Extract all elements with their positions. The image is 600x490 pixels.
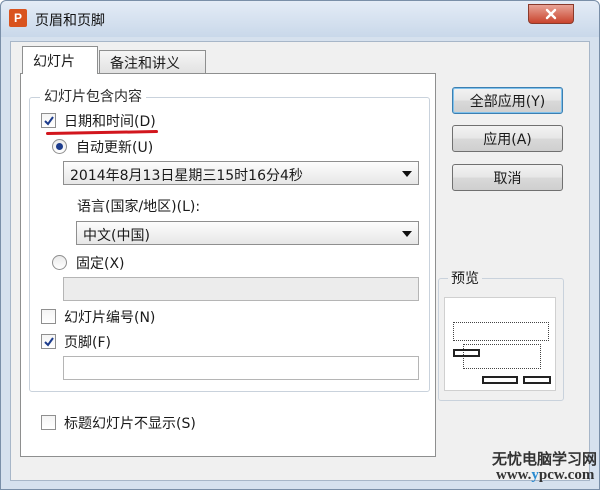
tab-slide[interactable]: 幻灯片 [22,46,98,74]
date-format-value: 2014年8月13日星期三15时16分4秒 [70,168,303,184]
footer-checkbox[interactable] [41,334,56,349]
wps-presentation-icon: P [9,9,27,27]
window-title: 页眉和页脚 [35,13,105,29]
date-format-select[interactable]: 2014年8月13日星期三15时16分4秒 [63,161,419,185]
cancel-button[interactable]: 取消 [452,164,563,191]
preview-title: 预览 [448,268,482,288]
language-select[interactable]: 中文(中国) [76,221,419,245]
checkmark-icon [43,336,54,347]
preview-footer-placeholder [482,376,518,384]
chevron-down-icon [402,231,412,237]
cancel-label: 取消 [493,170,522,187]
watermark-site-name: 无忧电脑学习网 [492,450,598,468]
checkmark-icon [43,115,54,126]
auto-update-label[interactable]: 自动更新(U) [76,137,153,157]
tab-slide-label: 幻灯片 [33,54,75,70]
language-value: 中文(中国) [83,228,150,244]
watermark-url-prefix: www. [496,467,532,483]
close-icon [545,8,557,20]
preview-number-placeholder [523,376,551,384]
slide-number-checkbox[interactable] [41,309,56,324]
hide-on-title-checkbox[interactable] [41,415,56,430]
apply-button[interactable]: 应用(A) [452,125,563,152]
footer-text-input[interactable] [63,356,419,380]
watermark-url-rest: pcw.com [538,467,595,483]
language-label: 语言(国家/地区)(L): [77,199,201,215]
preview-slide [444,297,556,391]
title-bar[interactable]: P 页眉和页脚 [1,1,599,37]
apply-label: 应用(A) [483,131,532,148]
tab-notes-handouts[interactable]: 备注和讲义 [99,50,206,74]
preview-title-placeholder [453,322,549,341]
close-button[interactable] [528,4,574,24]
fixed-radio[interactable] [52,255,67,270]
slide-number-label[interactable]: 幻灯片编号(N) [64,307,155,327]
apply-all-button[interactable]: 全部应用(Y) [452,87,563,114]
date-time-checkbox[interactable] [41,113,56,128]
footer-label[interactable]: 页脚(F) [64,332,111,352]
date-time-label[interactable]: 日期和时间(D) [64,111,156,131]
watermark-url-y: y [531,467,539,483]
auto-update-radio[interactable] [52,139,67,154]
fixed-text-input[interactable] [63,277,419,301]
watermark-url: www.ypcw.com [496,467,594,484]
apply-all-label: 全部应用(Y) [469,93,546,110]
hide-on-title-label[interactable]: 标题幻灯片不显示(S) [64,413,196,433]
group-title: 幻灯片包含内容 [40,86,146,106]
chevron-down-icon [402,171,412,177]
fixed-label[interactable]: 固定(X) [76,253,125,273]
preview-date-placeholder [453,349,480,357]
radio-selected-dot [56,143,63,150]
tab-notes-handouts-label: 备注和讲义 [110,56,180,72]
